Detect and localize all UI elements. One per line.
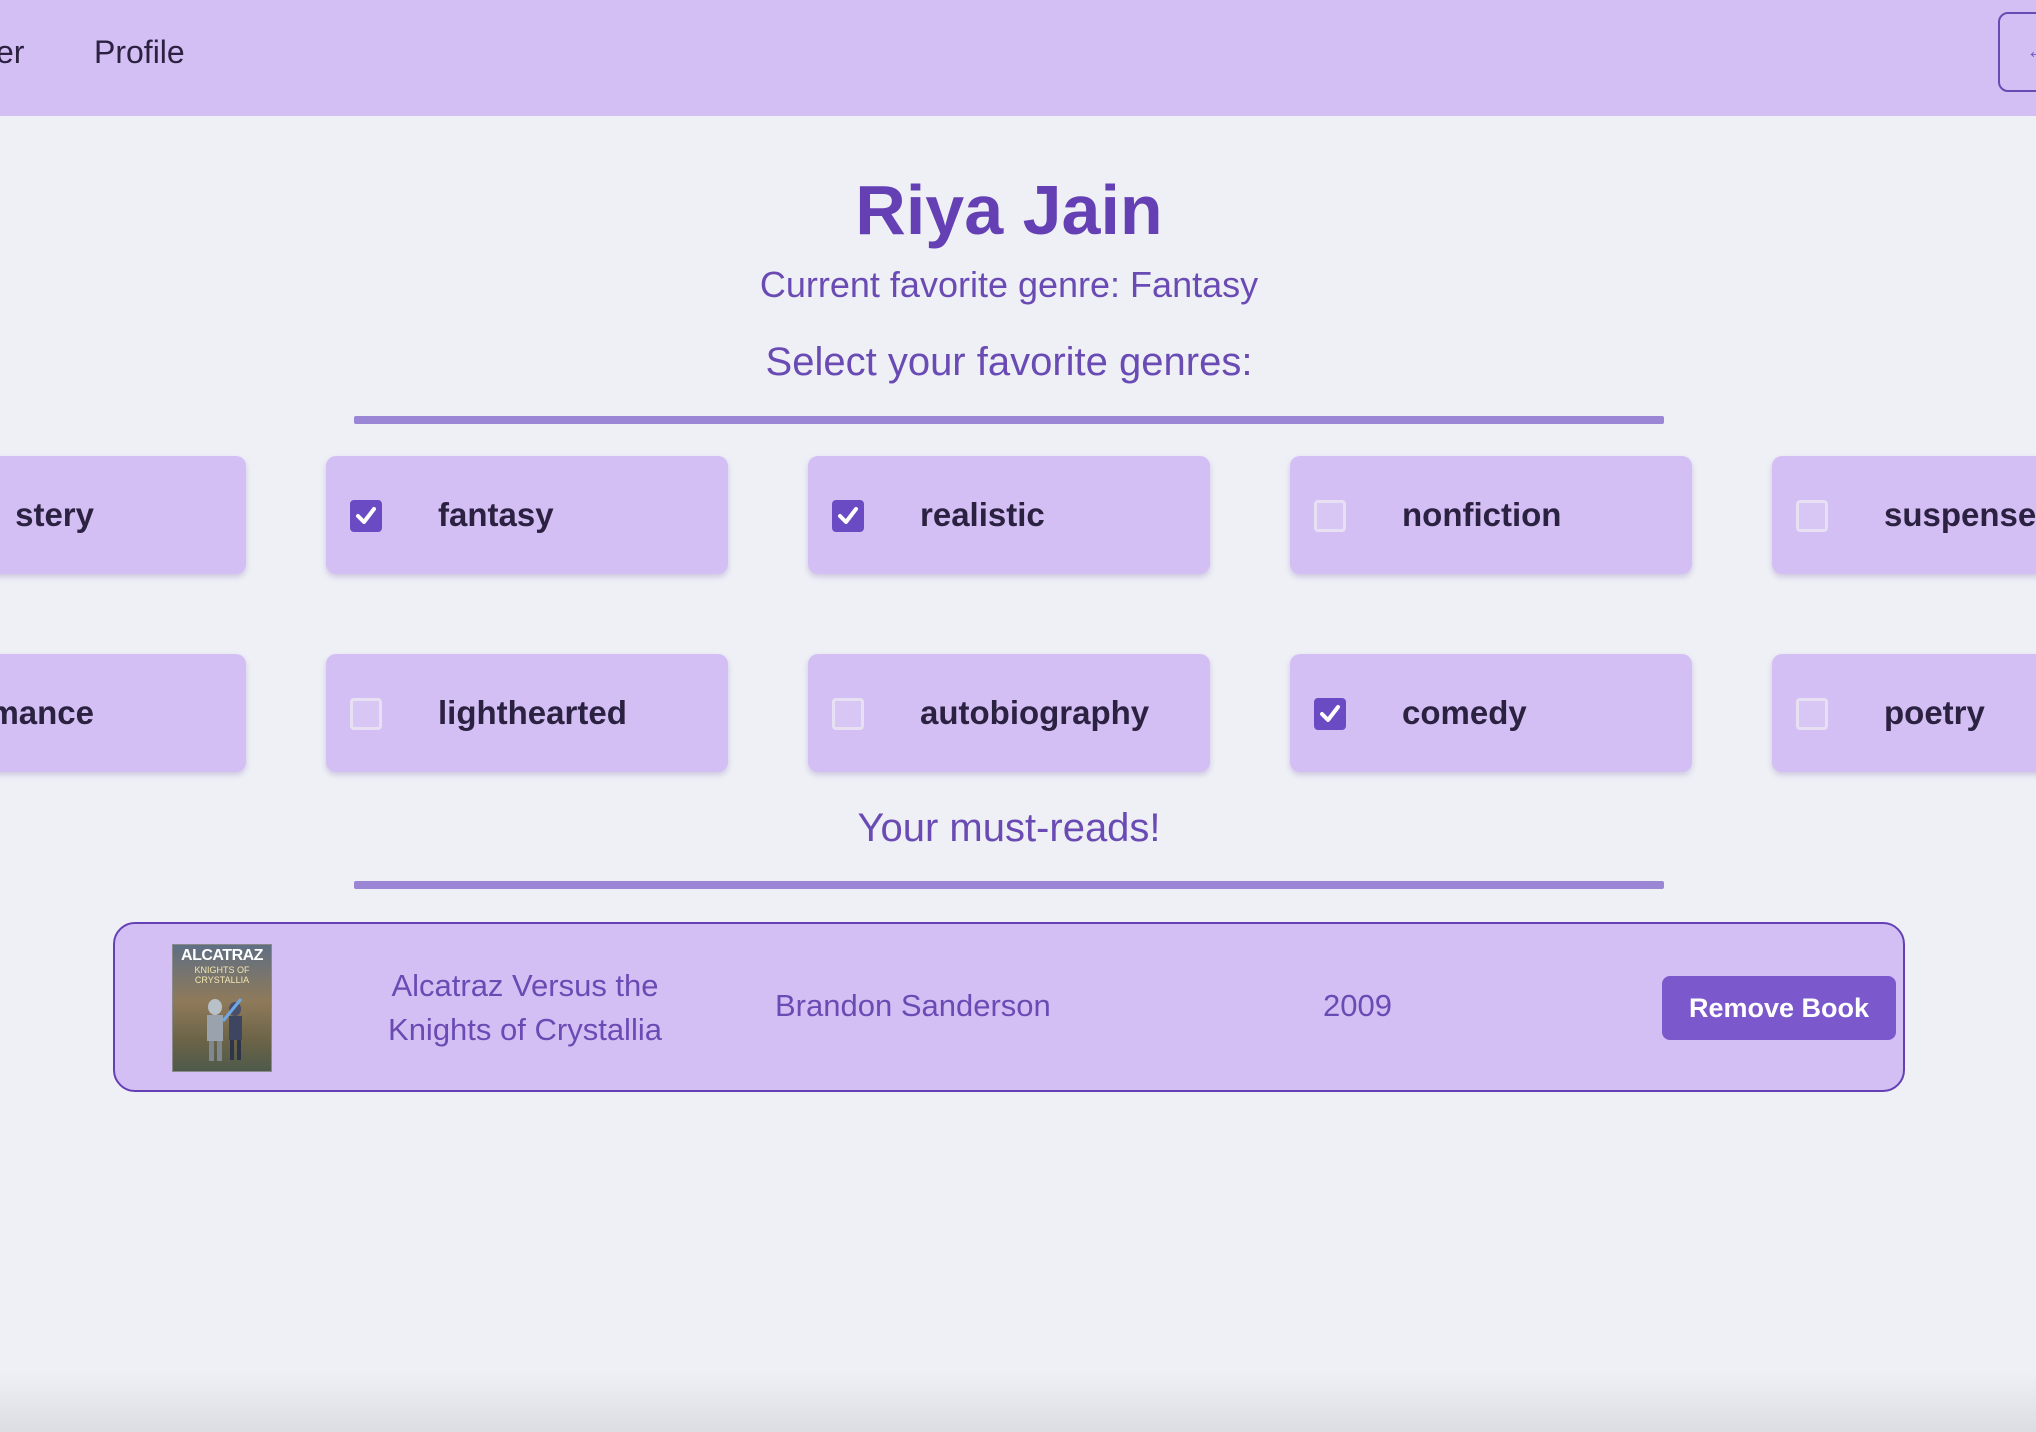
genre-label: autobiography bbox=[920, 694, 1150, 731]
genre-checkbox[interactable] bbox=[1796, 500, 1828, 532]
checkmark-icon bbox=[838, 507, 858, 524]
nav-link-profile[interactable]: Profile bbox=[94, 34, 185, 71]
must-reads-divider bbox=[354, 881, 1664, 889]
genre-label: mance bbox=[0, 694, 94, 731]
arrow-left-icon: ← bbox=[2026, 38, 2036, 63]
book-cover-image: ALCATRAZ KNIGHTS OF CRYSTALLIA bbox=[172, 944, 272, 1072]
nav-link-partial[interactable]: er bbox=[0, 34, 24, 71]
bottom-fade bbox=[0, 1372, 2036, 1432]
genre-label: realistic bbox=[920, 496, 1045, 533]
book-author: Brandon Sanderson bbox=[775, 988, 1051, 1023]
checkmark-icon bbox=[1320, 705, 1340, 722]
genre-checkbox[interactable] bbox=[832, 500, 864, 532]
book-title: Alcatraz Versus the Knights of Crystalli… bbox=[388, 968, 662, 1047]
genre-checkbox[interactable] bbox=[1314, 698, 1346, 730]
book-row: ALCATRAZ KNIGHTS OF CRYSTALLIA Alcatraz … bbox=[113, 922, 1905, 1092]
genre-checkbox[interactable] bbox=[350, 698, 382, 730]
genre-card-realistic[interactable]: realistic bbox=[808, 456, 1210, 574]
current-favorite-genre: Current favorite genre: Fantasy bbox=[759, 264, 1259, 305]
logout-button[interactable]: ← bbox=[1998, 12, 2036, 92]
genre-checkbox[interactable] bbox=[1314, 500, 1346, 532]
genre-card-romance[interactable]: mance bbox=[0, 654, 246, 772]
genre-label: nonfiction bbox=[1402, 496, 1562, 533]
genre-card-mystery[interactable]: stery bbox=[0, 456, 246, 574]
genre-card-poetry[interactable]: poetry bbox=[1772, 654, 2036, 772]
genre-checkbox[interactable] bbox=[832, 698, 864, 730]
genre-card-autobiography[interactable]: autobiography bbox=[808, 654, 1210, 772]
genre-card-fantasy[interactable]: fantasy bbox=[326, 456, 728, 574]
genre-card-nonfiction[interactable]: nonfiction bbox=[1290, 456, 1692, 574]
knight-illustration-icon bbox=[207, 998, 243, 1061]
genre-card-lighthearted[interactable]: lighthearted bbox=[326, 654, 728, 772]
genre-label: suspense bbox=[1884, 496, 2036, 533]
genre-label: lighthearted bbox=[438, 694, 627, 731]
genre-label: fantasy bbox=[438, 496, 554, 533]
must-reads-heading: Your must-reads! bbox=[857, 806, 1161, 850]
genre-label: comedy bbox=[1402, 694, 1527, 731]
cover-subtitle-text: KNIGHTS OF CRYSTALLIA bbox=[194, 965, 250, 985]
top-navbar: er Profile ← bbox=[0, 0, 2036, 116]
genre-checkbox[interactable] bbox=[1796, 698, 1828, 730]
genre-card-comedy[interactable]: comedy bbox=[1290, 654, 1692, 772]
genres-heading: Select your favorite genres: bbox=[765, 340, 1253, 384]
cover-title-text: ALCATRAZ bbox=[181, 947, 263, 964]
genres-divider bbox=[354, 416, 1664, 424]
genre-card-suspense[interactable]: suspense bbox=[1772, 456, 2036, 574]
genre-label: poetry bbox=[1884, 694, 1985, 731]
checkmark-icon bbox=[356, 507, 376, 524]
profile-name: Riya Jain bbox=[855, 171, 1163, 249]
book-year: 2009 bbox=[1323, 988, 1392, 1023]
profile-page: er Profile ← Riya Jain Current favorite … bbox=[0, 0, 2036, 1432]
genre-label: stery bbox=[15, 496, 94, 533]
genre-checkbox[interactable] bbox=[350, 500, 382, 532]
remove-book-button[interactable]: Remove Book bbox=[1662, 976, 1896, 1040]
